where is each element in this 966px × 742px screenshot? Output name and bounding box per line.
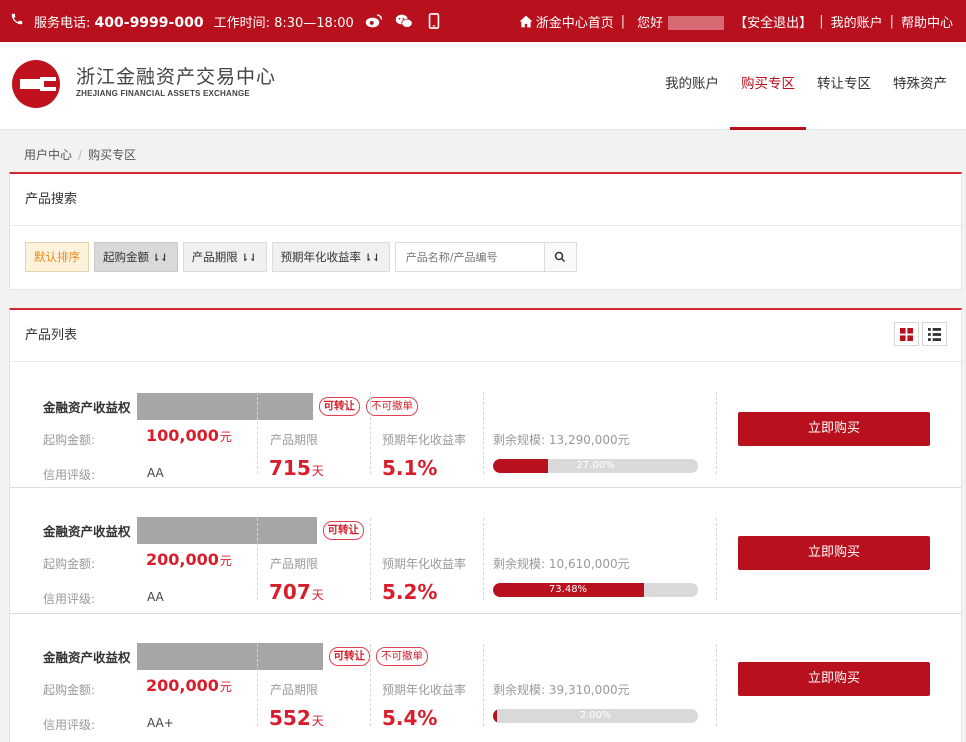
yield-label: 预期年化收益率: [382, 557, 467, 571]
rating-label: 信用评级:: [43, 592, 96, 606]
masked-product-code: [136, 643, 323, 670]
phone-icon: [10, 12, 24, 30]
tag-non-cancelable: 不可撤单: [366, 397, 419, 416]
subscription-progress: 2.00%: [493, 709, 698, 723]
term-label: 产品期限: [270, 557, 319, 571]
product-name[interactable]: 金融资产收益权: [43, 647, 131, 666]
subscription-progress: 73.48%: [493, 583, 698, 597]
tag-transferable: 可转让: [322, 521, 365, 540]
view-toggle: [894, 322, 947, 346]
grid-icon: [900, 327, 913, 341]
search-button[interactable]: [544, 242, 577, 272]
service-hotline: 服务电话: 400-9999-000: [34, 14, 204, 31]
progress-label: 73.48%: [548, 584, 588, 595]
sort-bar: 默认排序 起购金额 ⇂⇃ 产品期限 ⇂⇃ 预期年化收益率 ⇂⇃: [10, 226, 961, 272]
rating-label: 信用评级:: [43, 718, 96, 732]
nav-special-assets[interactable]: 特殊资产: [882, 42, 958, 130]
min-amount-label: 起购金额:: [43, 557, 96, 571]
product-row: 金融资产收益权 可转让 起购金额: 200,000元 信用评级: AA 产品期限…: [10, 488, 961, 614]
progress-label: 27.00%: [576, 460, 615, 471]
yield-value: 5.4%: [382, 706, 438, 730]
min-amount-value: 100,000元: [146, 426, 232, 445]
sort-yield-button[interactable]: 预期年化收益率 ⇂⇃: [271, 242, 390, 272]
rating-label: 信用评级:: [43, 468, 96, 482]
term-label: 产品期限: [270, 433, 319, 447]
min-amount-label: 起购金额:: [43, 683, 96, 697]
tag-non-cancelable: 不可撤单: [376, 647, 429, 666]
tag-transferable: 可转让: [328, 647, 371, 666]
product-search-panel: 产品搜索 默认排序 起购金额 ⇂⇃ 产品期限 ⇂⇃ 预期年化收益率 ⇂⇃: [9, 172, 962, 290]
sort-arrow-icon: ⇂⇃: [364, 253, 381, 264]
product-search-input[interactable]: [394, 242, 545, 272]
breadcrumb: 用户中心 / 购买专区: [24, 148, 137, 162]
remaining-scale: 剩余规模: 10,610,000元: [493, 557, 630, 571]
rating-value: AA+: [147, 716, 174, 730]
subscription-progress: 27.00%: [493, 459, 698, 473]
product-name[interactable]: 金融资产收益权: [43, 397, 131, 416]
main-nav: 我的账户 购买专区 转让专区 特殊资产: [654, 42, 958, 130]
masked-username: [668, 16, 725, 30]
rating-value: AA: [147, 466, 164, 480]
yield-label: 预期年化收益率: [382, 433, 467, 447]
product-row: 金融资产收益权 可转让 不可撤单 起购金额: 200,000元 信用评级: AA…: [10, 614, 961, 740]
logo-icon[interactable]: [10, 58, 62, 110]
buy-now-button[interactable]: 立即购买: [738, 662, 930, 696]
buy-now-button[interactable]: 立即购买: [738, 412, 930, 446]
grid-view-button[interactable]: [894, 322, 919, 346]
nav-transfer-zone[interactable]: 转让专区: [806, 42, 882, 130]
list-panel-title: 产品列表: [10, 310, 961, 362]
term-value: 552天: [269, 706, 324, 730]
breadcrumb-purchase-zone: 购买专区: [88, 148, 137, 162]
buy-now-button[interactable]: 立即购买: [738, 536, 930, 570]
home-icon: [518, 11, 534, 31]
term-value: 715天: [269, 456, 324, 480]
breadcrumb-user-center[interactable]: 用户中心: [24, 148, 72, 162]
logo-name-en: ZHEJIANG FINANCIAL ASSETS EXCHANGE: [76, 89, 250, 98]
min-amount-label: 起购金额:: [43, 433, 96, 447]
list-icon: [928, 327, 941, 341]
site-header: 浙江金融资产交易中心 ZHEJIANG FINANCIAL ASSETS EXC…: [0, 42, 966, 130]
tag-transferable: 可转让: [318, 397, 361, 416]
top-bar: 服务电话: 400-9999-000 工作时间: 8:30—18:00 浙金中心…: [0, 0, 966, 42]
sort-arrow-icon: ⇂⇃: [152, 253, 169, 264]
term-value: 707天: [269, 580, 324, 604]
yield-value: 5.1%: [382, 456, 438, 480]
home-link[interactable]: 浙金中心首页: [534, 12, 619, 31]
product-list-panel: 产品列表 金融资产收益权 可转让 不可撤单 起购金额: 100,000元 信用评…: [9, 308, 962, 742]
yield-label: 预期年化收益率: [382, 683, 467, 697]
wechat-icon[interactable]: [394, 11, 414, 31]
working-hours: 工作时间: 8:30—18:00: [213, 15, 354, 31]
remaining-scale: 剩余规模: 39,310,000元: [493, 683, 630, 697]
sort-arrow-icon: ⇂⇃: [240, 253, 258, 264]
sort-term-button[interactable]: 产品期限 ⇂⇃: [182, 242, 267, 272]
weibo-icon[interactable]: [364, 11, 384, 31]
product-name[interactable]: 金融资产收益权: [43, 521, 131, 540]
sort-default-button[interactable]: 默认排序: [25, 242, 89, 272]
nav-purchase-zone[interactable]: 购买专区: [730, 42, 806, 130]
yield-value: 5.2%: [382, 580, 438, 604]
search-icon: [555, 251, 566, 263]
sort-min-amount-button[interactable]: 起购金额 ⇂⇃: [94, 242, 178, 272]
product-row: 金融资产收益权 可转让 不可撤单 起购金额: 100,000元 信用评级: AA…: [10, 362, 961, 488]
masked-product-code: [136, 393, 313, 420]
masked-product-code: [136, 517, 317, 544]
term-label: 产品期限: [270, 683, 319, 697]
list-view-button[interactable]: [922, 322, 947, 346]
logout-link[interactable]: 【安全退出】: [729, 12, 817, 31]
rating-value: AA: [147, 590, 164, 604]
nav-my-account[interactable]: 我的账户: [654, 42, 730, 130]
my-account-link[interactable]: 我的账户: [826, 12, 888, 31]
progress-label: 2.00%: [579, 710, 612, 721]
search-panel-title: 产品搜索: [10, 174, 961, 226]
remaining-scale: 剩余规模: 13,290,000元: [493, 433, 630, 447]
help-center-link[interactable]: 帮助中心: [896, 12, 958, 31]
greeting: 您好: [627, 12, 729, 31]
min-amount-value: 200,000元: [146, 550, 232, 569]
mobile-icon[interactable]: [424, 11, 444, 31]
logo-name-cn: 浙江金融资产交易中心: [76, 66, 277, 88]
min-amount-value: 200,000元: [146, 676, 232, 695]
